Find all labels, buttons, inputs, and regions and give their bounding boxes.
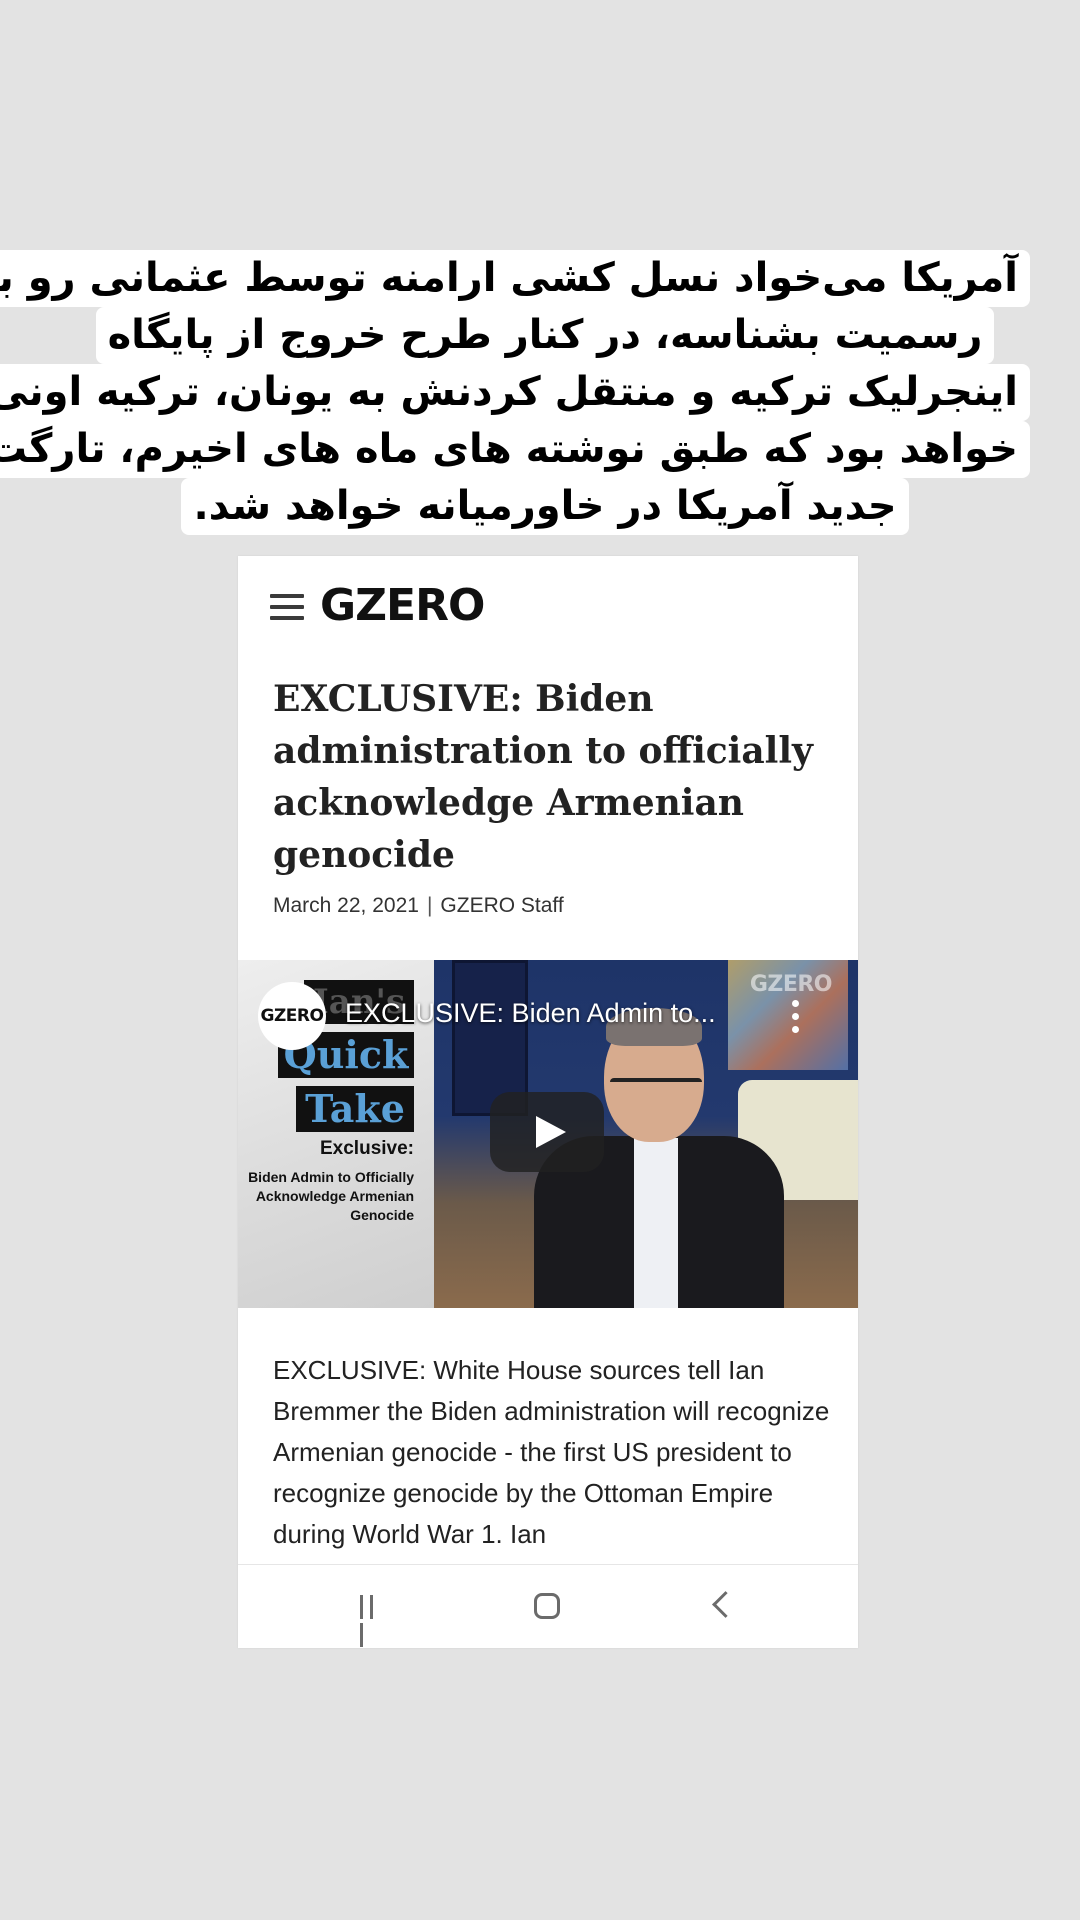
back-icon[interactable] (712, 1591, 739, 1618)
article-author[interactable]: GZERO Staff (440, 894, 563, 917)
caption-text: اینجرلیک ترکیه و منتقل کردنش به یونان، ت… (0, 364, 1030, 421)
video-player[interactable]: Ian's Quick Take Exclusive: Biden Admin … (238, 960, 858, 1308)
article-body: EXCLUSIVE: White House sources tell Ian … (273, 1355, 830, 1549)
caption-line: آمریکا می‌خواد نسل کشی ارامنه توسط عثمان… (0, 250, 1030, 307)
hamburger-menu-icon[interactable] (270, 594, 304, 622)
system-nav-bar (238, 1564, 858, 1648)
thumbnail-subtitle: Biden Admin to Officially Acknowledge Ar… (248, 1169, 414, 1223)
article-headline: EXCLUSIVE: Biden administration to offic… (273, 678, 813, 876)
site-logo[interactable]: GZERO (320, 580, 485, 631)
channel-avatar[interactable]: GZERO (258, 982, 326, 1050)
video-watermark: GZERO (749, 972, 833, 997)
caption-text: خواهد بود که طبق نوشته های ماه های اخیرم… (0, 421, 1030, 478)
meta-separator: | (426, 894, 433, 917)
speaker-glasses (610, 1078, 702, 1100)
caption-text: آمریکا می‌خواد نسل کشی ارامنه توسط عثمان… (0, 250, 1030, 307)
caption-line: اینجرلیک ترکیه و منتقل کردنش به یونان، ت… (0, 364, 1030, 421)
article-screenshot: GZERO EXCLUSIVE: Biden administration to… (238, 556, 858, 1648)
caption-text: جدید آمریکا در خاورمیانه خواهد شد. (181, 478, 909, 535)
article-date: March 22, 2021 (273, 894, 419, 917)
caption-line: جدید آمریکا در خاورمیانه خواهد شد. (60, 478, 1030, 535)
caption-text: رسمیت بشناسه، در کنار طرح خروج از پایگاه (95, 307, 995, 364)
video-title[interactable]: EXCLUSIVE: Biden Admin to... (345, 998, 765, 1029)
site-header: GZERO (238, 556, 858, 656)
thumbnail-title-line: Take (296, 1086, 414, 1132)
home-icon[interactable] (534, 1593, 560, 1619)
more-vert-icon[interactable] (789, 1000, 801, 1036)
caption-line: رسمیت بشناسه، در کنار طرح خروج از پایگاه (60, 307, 1030, 364)
thumbnail-label: Exclusive: (320, 1138, 414, 1159)
story-caption: آمریکا می‌خواد نسل کشی ارامنه توسط عثمان… (0, 250, 1030, 535)
play-icon[interactable] (490, 1092, 604, 1172)
recents-icon[interactable] (360, 1595, 388, 1647)
article-meta: March 22, 2021 | GZERO Staff (273, 894, 564, 918)
caption-line: خواهد بود که طبق نوشته های ماه های اخیرم… (0, 421, 1030, 478)
speaker-shirt (634, 1138, 678, 1308)
